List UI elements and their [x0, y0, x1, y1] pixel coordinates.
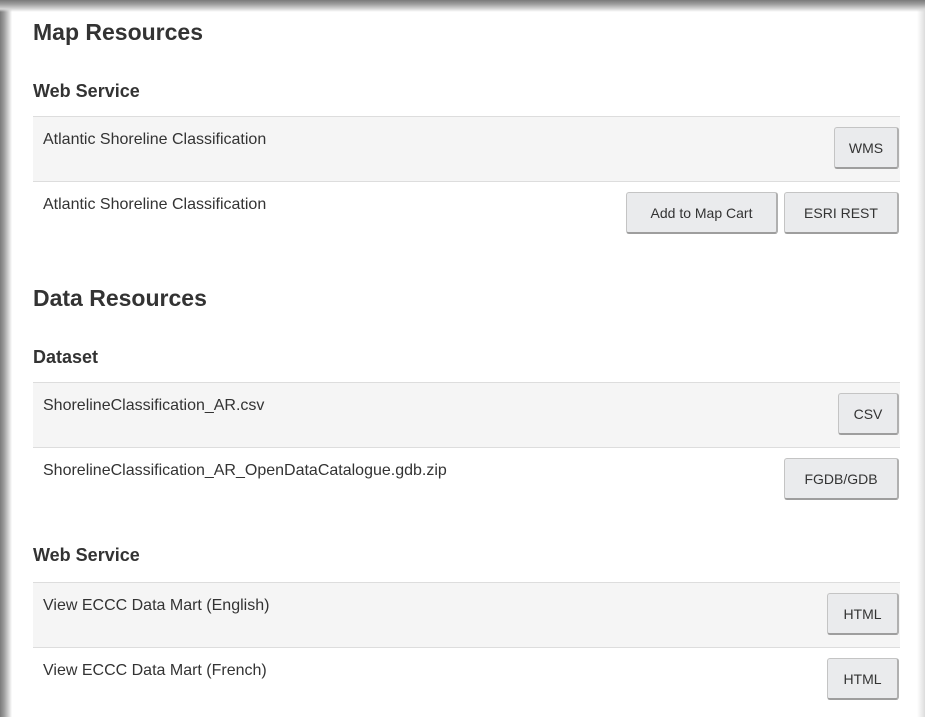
resource-name: ShorelineClassification_AR.csv [43, 397, 265, 414]
list-item: View ECCC Data Mart (French) HTML [33, 647, 900, 717]
list-item: ShorelineClassification_AR_OpenDataCatal… [33, 447, 900, 513]
page-frame: Map Resources Web Service Atlantic Shore… [0, 0, 925, 717]
map-resources-heading: Map Resources [33, 19, 204, 45]
wms-button[interactable]: WMS [834, 127, 899, 169]
add-to-map-cart-button[interactable]: Add to Map Cart [626, 192, 778, 234]
resource-name: View ECCC Data Mart (French) [43, 662, 267, 679]
csv-button[interactable]: CSV [838, 393, 899, 435]
fgdb-gdb-button[interactable]: FGDB/GDB [784, 458, 899, 500]
map-web-service-heading: Web Service [33, 81, 140, 101]
data-web-service-heading: Web Service [33, 545, 140, 565]
data-resources-heading: Data Resources [33, 285, 207, 311]
frame-edge [917, 0, 925, 717]
html-english-button[interactable]: HTML [827, 593, 899, 635]
list-item: ShorelineClassification_AR.csv CSV [33, 382, 900, 448]
list-item: Atlantic Shoreline Classification Add to… [33, 181, 900, 247]
resource-name: Atlantic Shoreline Classification [43, 131, 267, 148]
esri-rest-button[interactable]: ESRI REST [784, 192, 899, 234]
resource-name: ShorelineClassification_AR_OpenDataCatal… [43, 462, 447, 479]
list-item: Atlantic Shoreline Classification WMS [33, 116, 900, 182]
resource-name: Atlantic Shoreline Classification [43, 196, 267, 213]
resource-name: View ECCC Data Mart (English) [43, 597, 270, 614]
html-french-button[interactable]: HTML [827, 658, 899, 700]
list-item: View ECCC Data Mart (English) HTML [33, 582, 900, 648]
dataset-heading: Dataset [33, 347, 99, 367]
